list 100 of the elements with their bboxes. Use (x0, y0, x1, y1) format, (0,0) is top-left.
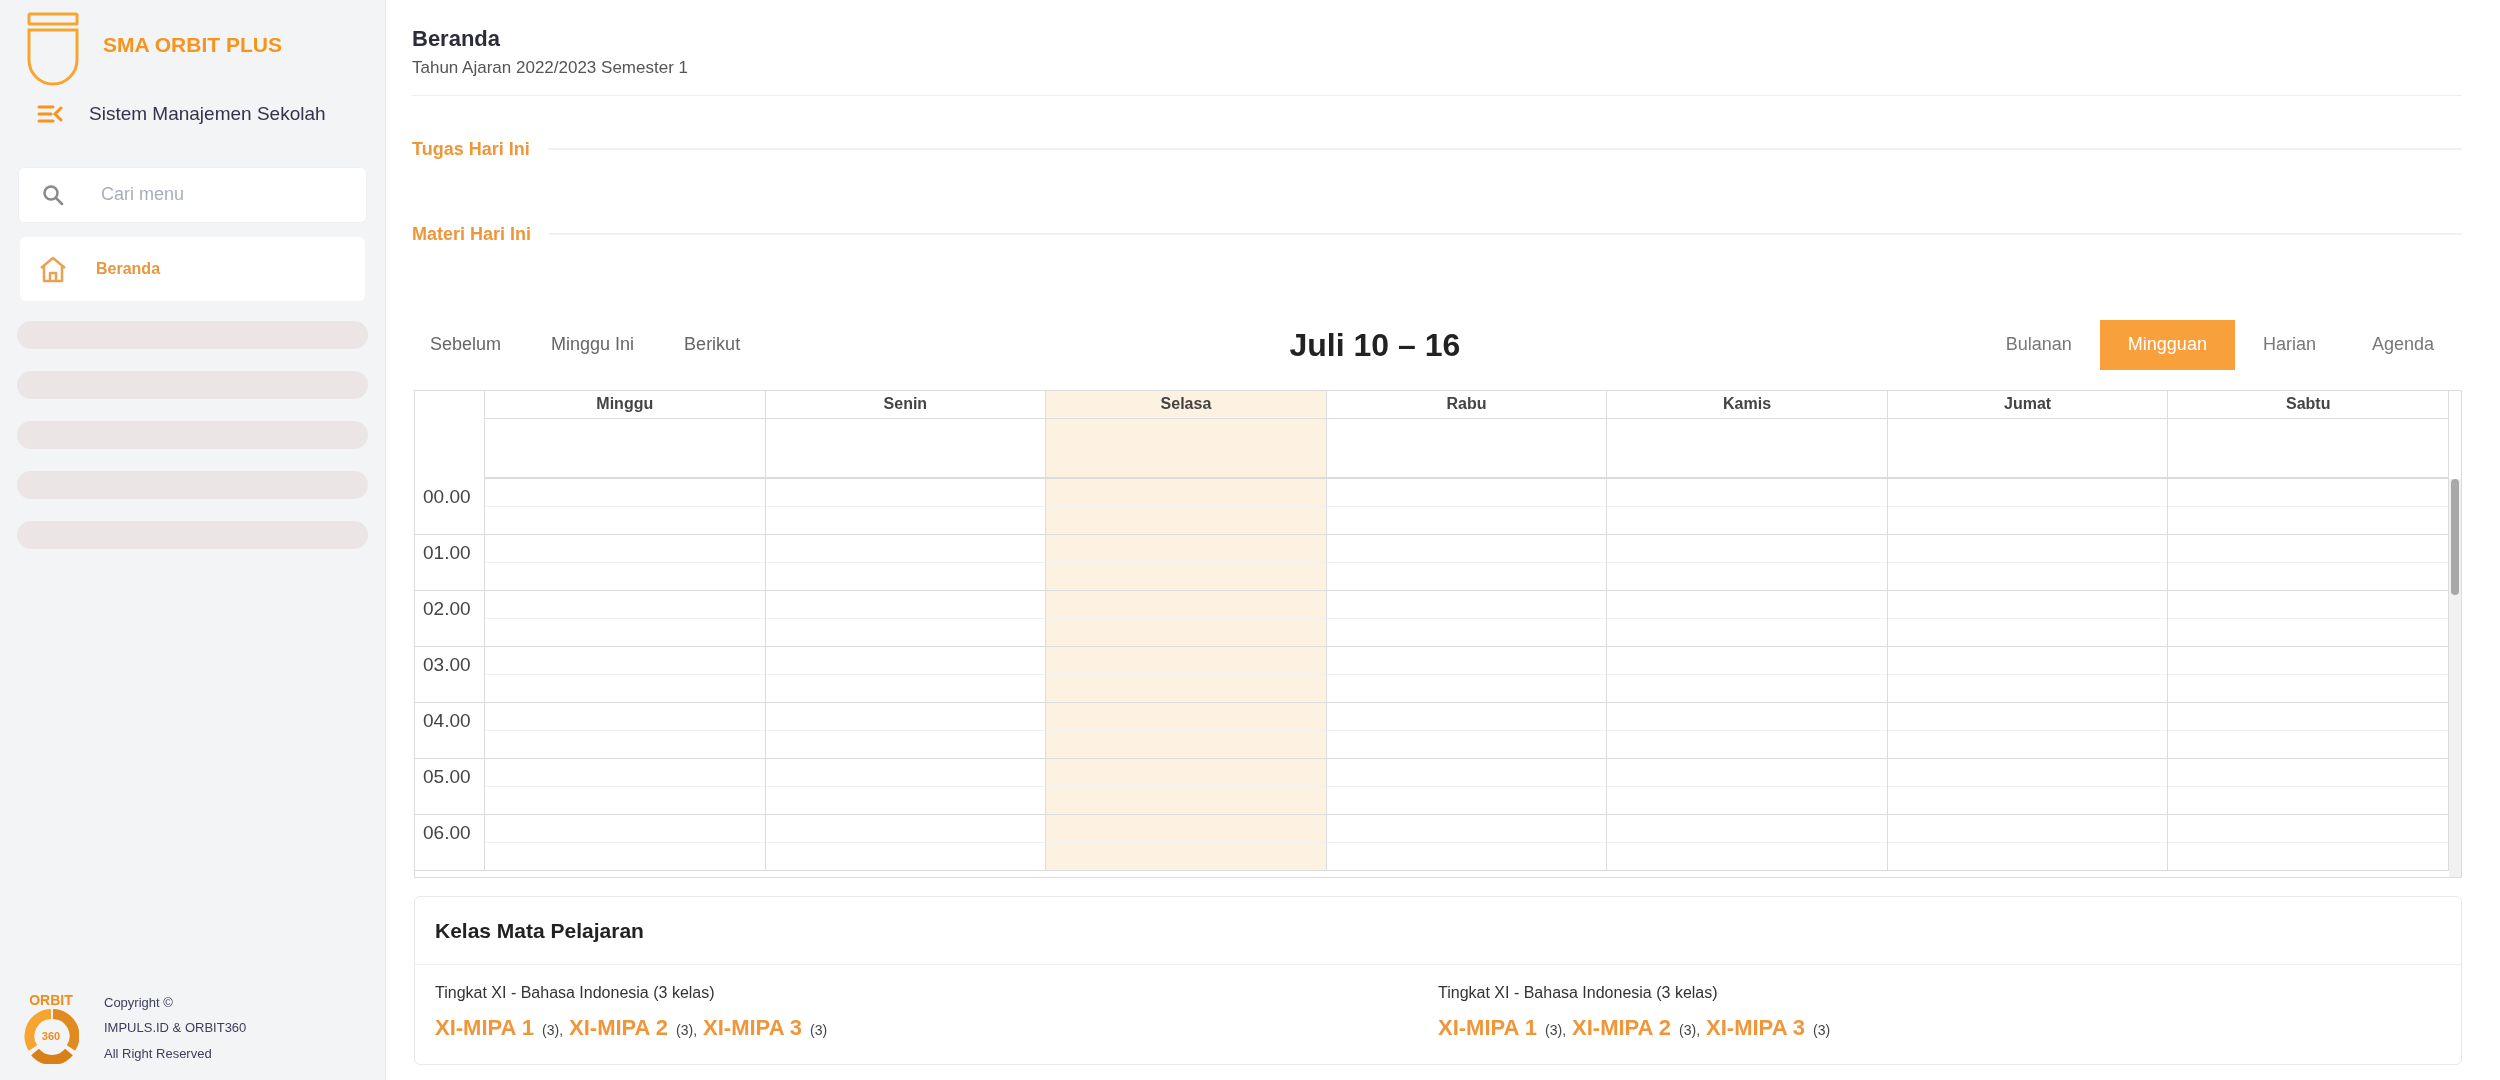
day-header: Jumat (1887, 390, 2169, 419)
time-slot[interactable] (1607, 478, 1888, 535)
logo-text: 360 (41, 1030, 61, 1042)
time-slot[interactable] (1607, 646, 1888, 703)
class-link[interactable]: XI-MIPA 2 (569, 1011, 669, 1044)
nav-button[interactable]: Berikut (666, 321, 759, 368)
time-slot[interactable] (1326, 534, 1608, 591)
day-header: Rabu (1326, 390, 1608, 419)
all-day-cell[interactable] (1887, 418, 2169, 479)
time-slot[interactable] (485, 590, 766, 647)
time-slot[interactable] (2168, 478, 2449, 535)
view-tab[interactable]: Harian (2234, 319, 2344, 370)
time-slot[interactable] (1326, 646, 1608, 703)
time-slot[interactable] (1326, 814, 1608, 871)
time-slot[interactable] (765, 758, 1047, 815)
time-slot[interactable] (1607, 814, 1888, 871)
class-link[interactable]: XI-MIPA 1 (1438, 1011, 1537, 1044)
time-slot[interactable] (2168, 758, 2449, 815)
class-link[interactable]: XI-MIPA 2 (1572, 1011, 1672, 1044)
time-slot[interactable] (1607, 534, 1888, 591)
time-slot[interactable] (1046, 478, 1327, 535)
class-link[interactable]: XI-MIPA 3 (1706, 1011, 1806, 1044)
class-count: (3) (810, 1021, 828, 1040)
time-slot[interactable] (2168, 702, 2449, 759)
view-tab[interactable]: Bulanan (1977, 319, 2100, 370)
day-header: Minggu (485, 390, 766, 419)
time-slot[interactable] (765, 702, 1047, 759)
time-slot[interactable] (1607, 758, 1888, 815)
time-slot[interactable] (1046, 646, 1327, 703)
day-header: Selasa (1046, 390, 1327, 419)
calendar-title: Juli 10 – 16 (1288, 325, 1462, 365)
time-slot[interactable] (1046, 702, 1327, 759)
school-name: SMA ORBIT PLUS (103, 31, 282, 58)
time-slot[interactable] (2168, 534, 2449, 591)
time-slot[interactable] (1887, 646, 2169, 703)
time-slot[interactable] (1326, 758, 1608, 815)
copyright-text: IMPULS.ID & ORBIT360 (104, 1019, 247, 1038)
all-day-cell[interactable] (2168, 418, 2449, 479)
time-slot[interactable] (1607, 702, 1888, 759)
all-day-cell[interactable] (765, 418, 1047, 479)
time-slot[interactable] (485, 758, 766, 815)
time-slot[interactable] (765, 646, 1047, 703)
view-tab[interactable]: Agenda (2343, 319, 2462, 370)
nav-button[interactable]: Sebelum (412, 321, 520, 368)
time-slot[interactable] (1326, 702, 1608, 759)
time-slot[interactable] (765, 814, 1047, 871)
view-tab[interactable]: Mingguan (2099, 319, 2235, 370)
search-field[interactable]: Cari menu (18, 166, 367, 223)
time-slot[interactable] (1046, 814, 1327, 871)
separator-text: , (1562, 1021, 1567, 1040)
all-day-cell[interactable] (1326, 418, 1608, 479)
time-slot[interactable] (1046, 590, 1327, 647)
time-slot[interactable] (1326, 478, 1608, 535)
all-day-cell[interactable] (485, 418, 766, 479)
time-slot[interactable] (1046, 534, 1327, 591)
time-slot[interactable] (1887, 534, 2169, 591)
day-header: Kamis (1607, 390, 1888, 419)
day-header: Senin (765, 390, 1047, 419)
time-slot[interactable] (1326, 590, 1608, 647)
time-slot[interactable] (765, 534, 1047, 591)
class-link[interactable]: XI-MIPA 1 (435, 1011, 534, 1044)
time-slot[interactable] (765, 478, 1047, 535)
time-slot[interactable] (485, 478, 766, 535)
copyright-text: Copyright © (104, 993, 174, 1012)
time-slot[interactable] (2168, 590, 2449, 647)
time-slot[interactable] (1887, 758, 2169, 815)
nav-button[interactable]: Minggu Ini (533, 321, 653, 368)
time-slot[interactable] (485, 646, 766, 703)
time-slot[interactable] (1887, 478, 2169, 535)
menu-collapse-icon[interactable] (37, 104, 63, 125)
ring-icon (23, 1008, 79, 1064)
day-header: Sabtu (2168, 390, 2449, 419)
time-slot[interactable] (1046, 758, 1327, 815)
logo-text: ORBIT (29, 992, 73, 1008)
separator-text: , (559, 1021, 564, 1040)
all-day-cell[interactable] (1046, 418, 1327, 479)
section-heading: Tugas Hari Ini (412, 137, 530, 161)
time-slot[interactable] (1607, 590, 1888, 647)
home-icon (38, 254, 68, 283)
separator-text: , (693, 1021, 698, 1040)
time-slot[interactable] (1887, 814, 2169, 871)
class-link[interactable]: XI-MIPA 3 (703, 1011, 803, 1044)
time-slot[interactable] (2168, 646, 2449, 703)
time-slot[interactable] (1887, 590, 2169, 647)
time-slot[interactable] (485, 534, 766, 591)
time-slot[interactable] (485, 814, 766, 871)
app-name: Sistem Manajemen Sekolah (89, 102, 326, 126)
time-slot[interactable] (1887, 702, 2169, 759)
page-subtitle: Tahun Ajaran 2022/2023 Semester 1 (412, 57, 689, 79)
all-day-cell[interactable] (1607, 418, 1888, 479)
scrollbar-thumb[interactable] (2451, 478, 2459, 595)
class-count: (3) (1813, 1021, 1831, 1040)
group-heading: Tingkat XI - Bahasa Indonesia (3 kelas) (1438, 983, 1719, 1003)
group-heading: Tingkat XI - Bahasa Indonesia (3 kelas) (435, 983, 716, 1003)
time-slot[interactable] (485, 702, 766, 759)
time-slot[interactable] (2168, 814, 2449, 871)
search-icon (42, 183, 64, 206)
menu-item[interactable]: Beranda (20, 236, 365, 301)
copyright-text: All Right Reserved (104, 1044, 213, 1063)
time-slot[interactable] (765, 590, 1047, 647)
